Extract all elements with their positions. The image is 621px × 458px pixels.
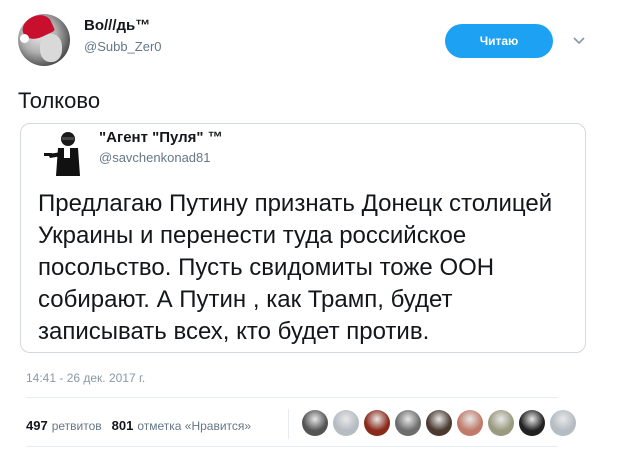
liker-avatar-2-icon[interactable] [333, 410, 359, 436]
liker-avatar-4-icon[interactable] [395, 410, 421, 436]
liker-avatar-9-icon[interactable] [550, 410, 576, 436]
author-avatar[interactable] [18, 14, 70, 66]
tweet-stats: 497 ретвитов 801 отметка «Нравится» [26, 418, 251, 433]
retweets-count[interactable]: 497 [26, 418, 48, 433]
follow-button[interactable]: Читаю [445, 24, 553, 58]
liker-avatar-1-icon[interactable] [302, 410, 328, 436]
retweets-label[interactable]: ретвитов [52, 419, 102, 433]
tweet-text: Толково [18, 88, 101, 113]
stats-separator [288, 409, 289, 439]
liker-avatar-5-icon[interactable] [426, 410, 452, 436]
avatar-face [40, 34, 62, 62]
author-name[interactable]: Во///дь™ [84, 17, 150, 34]
author-handle[interactable]: @Subb_Zer0 [84, 39, 162, 54]
liker-avatar-6-icon[interactable] [457, 410, 483, 436]
likes-label[interactable]: отметка «Нравится» [137, 419, 251, 433]
tweet-timestamp[interactable]: 14:41 - 26 дек. 2017 г. [26, 371, 145, 385]
liker-avatar-3-icon[interactable] [364, 410, 390, 436]
likers-avatars [302, 410, 576, 436]
liker-avatar-7-icon[interactable] [488, 410, 514, 436]
quoted-author-handle[interactable]: @savchenkonad81 [99, 150, 211, 165]
chevron-down-icon[interactable] [572, 34, 586, 48]
divider [26, 397, 558, 398]
gunman-avatar-icon[interactable] [40, 128, 90, 178]
likes-count[interactable]: 801 [112, 418, 134, 433]
quoted-tweet-text: Предлагаю Путину признать Донецк столице… [38, 190, 553, 345]
liker-avatar-8-icon[interactable] [519, 410, 545, 436]
hat-pompom-icon [20, 34, 29, 43]
quoted-author-name[interactable]: "Агент "Пуля" ™ [99, 129, 223, 146]
divider [26, 446, 558, 447]
